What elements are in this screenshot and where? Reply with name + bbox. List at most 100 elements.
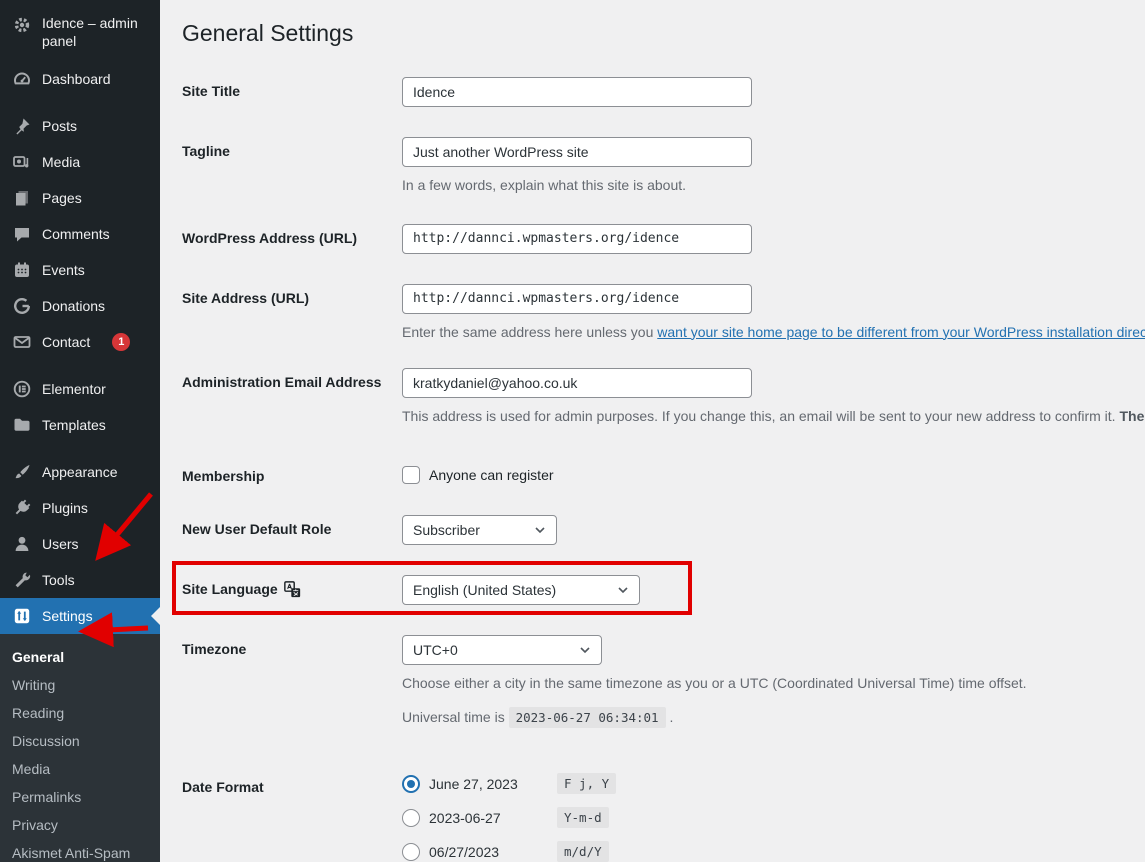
site-language-label: Site Language — [182, 575, 402, 598]
universal-time: Universal time is 2023-06-27 06:34:01 . — [402, 709, 1027, 725]
site-address-input[interactable] — [402, 284, 752, 314]
sidebar-item-templates[interactable]: Templates — [0, 407, 160, 443]
admin-menu: Dashboard Posts Media Pages Comments — [0, 61, 160, 634]
sidebar-item-plugins[interactable]: Plugins — [0, 490, 160, 526]
plug-icon — [12, 498, 32, 518]
timezone-select[interactable]: UTC+0 — [402, 635, 602, 665]
translation-icon — [284, 581, 301, 598]
membership-label: Membership — [182, 462, 402, 484]
chevron-down-icon — [579, 644, 591, 656]
site-address-help: Enter the same address here unless you w… — [402, 323, 1145, 343]
chevron-down-icon — [617, 584, 629, 596]
radio-checked-icon[interactable] — [402, 775, 420, 793]
anyone-can-register-checkbox[interactable] — [402, 466, 420, 484]
menu-label: Elementor — [42, 381, 106, 397]
menu-label: Donations — [42, 298, 105, 314]
folder-icon — [12, 415, 32, 435]
menu-label: Comments — [42, 226, 110, 242]
membership-checkbox-row[interactable]: Anyone can register — [402, 462, 554, 484]
menu-separator — [0, 443, 160, 454]
date-format-row: Date Format June 27, 2023 F j, Y 2023-06… — [182, 773, 1145, 862]
page-title: General Settings — [182, 20, 1145, 47]
timezone-row: Timezone UTC+0 Choose either a city in t… — [182, 635, 1145, 726]
sidebar-item-comments[interactable]: Comments — [0, 216, 160, 252]
timezone-label: Timezone — [182, 635, 402, 657]
site-name-label: Idence – admin panel — [42, 14, 150, 51]
menu-label: Appearance — [42, 464, 118, 480]
radio-icon[interactable] — [402, 843, 420, 861]
sidebar-item-events[interactable]: Events — [0, 252, 160, 288]
submenu-item-writing[interactable]: Writing — [0, 671, 160, 699]
membership-row: Membership Anyone can register — [182, 462, 1145, 484]
wordpress-admin-general-settings: { "colors": { "accent": "#2271b1", "side… — [0, 0, 1145, 862]
sidebar-item-tools[interactable]: Tools — [0, 562, 160, 598]
site-address-row: Site Address (URL) Enter the same addres… — [182, 284, 1145, 343]
submenu-item-privacy[interactable]: Privacy — [0, 811, 160, 839]
gear-site-icon — [12, 15, 32, 35]
submenu-item-media[interactable]: Media — [0, 755, 160, 783]
site-address-help-link[interactable]: want your site home page to be different… — [657, 324, 1145, 340]
sidebar-item-settings[interactable]: Settings — [0, 598, 160, 634]
sidebar-item-dashboard[interactable]: Dashboard — [0, 61, 160, 97]
donations-g-icon — [12, 296, 32, 316]
brush-icon — [12, 462, 32, 482]
sidebar-item-elementor[interactable]: Elementor — [0, 371, 160, 407]
user-icon — [12, 534, 32, 554]
sidebar-item-media[interactable]: Media — [0, 144, 160, 180]
site-address-label: Site Address (URL) — [182, 284, 402, 306]
tagline-input[interactable] — [402, 137, 752, 167]
timezone-help: Choose either a city in the same timezon… — [402, 674, 1027, 694]
site-language-row: Site Language English (United States) — [182, 575, 1145, 605]
sidebar-site-name[interactable]: Idence – admin panel — [0, 0, 160, 61]
radio-icon[interactable] — [402, 809, 420, 827]
default-role-label: New User Default Role — [182, 515, 402, 537]
menu-separator — [0, 360, 160, 371]
date-format-option[interactable]: 2023-06-27 Y-m-d — [402, 807, 616, 828]
membership-checkbox-label: Anyone can register — [429, 467, 554, 483]
tagline-help: In a few words, explain what this site i… — [402, 176, 752, 196]
submenu-item-general[interactable]: General — [0, 643, 160, 671]
default-role-select[interactable]: Subscriber — [402, 515, 557, 545]
menu-label: Plugins — [42, 500, 88, 516]
sidebar-item-contact[interactable]: Contact 1 — [0, 324, 160, 360]
menu-label: Users — [42, 536, 79, 552]
pushpin-icon — [12, 116, 32, 136]
date-format-label: Date Format — [182, 773, 402, 795]
menu-label: Contact — [42, 334, 90, 350]
site-language-value: English (United States) — [413, 582, 556, 598]
menu-label: Dashboard — [42, 71, 111, 87]
site-language-select[interactable]: English (United States) — [402, 575, 640, 605]
admin-email-help: This address is used for admin purposes.… — [402, 407, 1145, 427]
tagline-row: Tagline In a few words, explain what thi… — [182, 137, 1145, 196]
submenu-item-reading[interactable]: Reading — [0, 699, 160, 727]
sidebar-item-donations[interactable]: Donations — [0, 288, 160, 324]
settings-submenu: General Writing Reading Discussion Media… — [0, 634, 160, 862]
tagline-label: Tagline — [182, 137, 402, 159]
sidebar-item-appearance[interactable]: Appearance — [0, 454, 160, 490]
site-title-input[interactable] — [402, 77, 752, 107]
menu-label: Pages — [42, 190, 82, 206]
wordpress-address-row: WordPress Address (URL) — [182, 224, 1145, 254]
site-title-row: Site Title — [182, 77, 1145, 107]
date-format-option[interactable]: 06/27/2023 m/d/Y — [402, 841, 616, 862]
wordpress-address-label: WordPress Address (URL) — [182, 224, 402, 246]
submenu-item-discussion[interactable]: Discussion — [0, 727, 160, 755]
sidebar-item-posts[interactable]: Posts — [0, 108, 160, 144]
default-role-row: New User Default Role Subscriber — [182, 515, 1145, 545]
wordpress-address-input[interactable] — [402, 224, 752, 254]
menu-label: Posts — [42, 118, 77, 134]
submenu-item-akismet[interactable]: Akismet Anti-Spam — [0, 839, 160, 862]
date-format-code: F j, Y — [557, 773, 616, 794]
date-format-option[interactable]: June 27, 2023 F j, Y — [402, 773, 616, 794]
admin-email-row: Administration Email Address This addres… — [182, 368, 1145, 427]
sidebar-item-users[interactable]: Users — [0, 526, 160, 562]
media-icon — [12, 152, 32, 172]
timezone-value: UTC+0 — [413, 642, 458, 658]
sidebar-item-pages[interactable]: Pages — [0, 180, 160, 216]
menu-separator — [0, 97, 160, 108]
admin-email-input[interactable] — [402, 368, 752, 398]
menu-label: Events — [42, 262, 85, 278]
menu-label: Settings — [42, 608, 93, 624]
menu-label: Media — [42, 154, 80, 170]
submenu-item-permalinks[interactable]: Permalinks — [0, 783, 160, 811]
